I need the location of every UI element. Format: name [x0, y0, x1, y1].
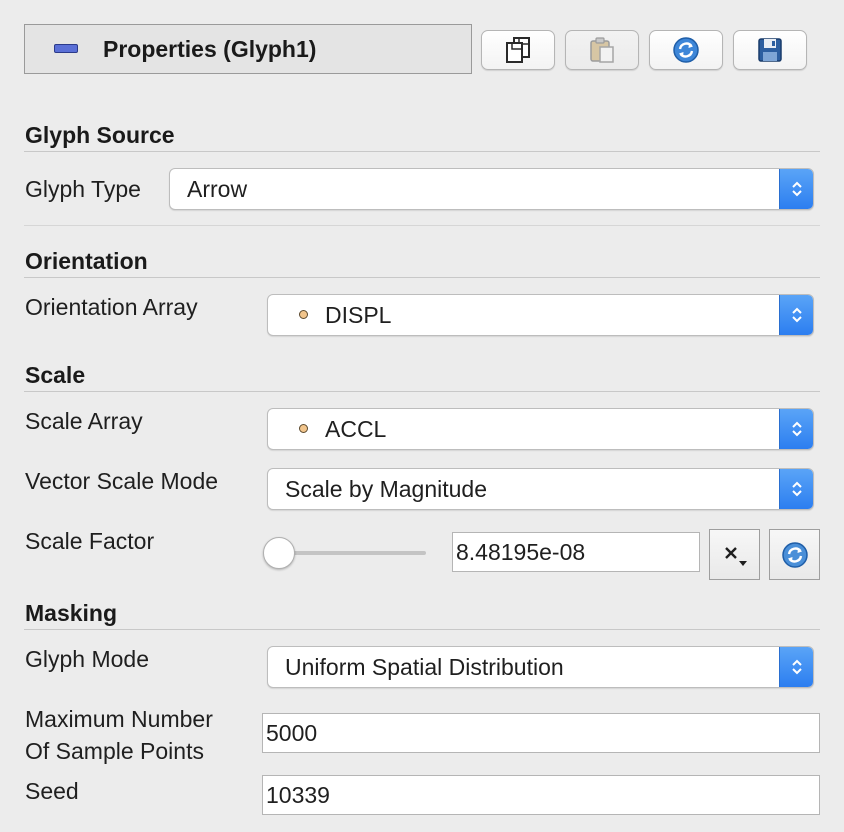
- glyph-mode-combo[interactable]: Uniform Spatial Distribution: [267, 646, 814, 688]
- orientation-array-value: DISPL: [325, 302, 392, 328]
- seed-label: Seed: [25, 778, 79, 804]
- glyph-type-label: Glyph Type: [25, 176, 141, 202]
- orientation-array-label: Orientation Array: [25, 294, 198, 320]
- scale-array-combo[interactable]: ACCL: [267, 408, 814, 450]
- point-data-icon: [299, 310, 308, 319]
- scale-array-value: ACCL: [325, 416, 387, 442]
- combo-stepper-icon: [779, 295, 813, 335]
- copy-button[interactable]: [481, 30, 555, 70]
- glyph-type-combo[interactable]: Arrow: [169, 168, 814, 210]
- paste-icon: [590, 37, 614, 63]
- orientation-array-combo[interactable]: DISPL: [267, 294, 814, 336]
- vector-scale-mode-label: Vector Scale Mode: [25, 468, 219, 494]
- multiply-dropdown-icon: [724, 546, 747, 566]
- section-title-scale: Scale: [25, 362, 86, 388]
- combo-stepper-icon: [779, 409, 813, 449]
- scale-array-label: Scale Array: [25, 408, 143, 434]
- max-sample-points-label-line2: Of Sample Points: [25, 738, 204, 764]
- max-sample-points-input[interactable]: 5000: [262, 713, 820, 753]
- glyph-mode-label: Glyph Mode: [25, 646, 150, 672]
- scale-factor-input[interactable]: 8.48195e-08: [452, 532, 700, 572]
- glyph-type-value: Arrow: [187, 176, 248, 202]
- combo-stepper-icon: [779, 469, 813, 509]
- vector-scale-mode-value: Scale by Magnitude: [285, 476, 488, 502]
- save-icon: [758, 38, 782, 62]
- reload-icon: [673, 37, 699, 63]
- reload-button[interactable]: [649, 30, 723, 70]
- copy-icon: [506, 37, 530, 63]
- group-divider: [24, 225, 820, 226]
- paste-button[interactable]: [565, 30, 639, 70]
- panel-title: Properties (Glyph1): [103, 36, 317, 62]
- max-sample-points-label-line1: Maximum Number: [25, 706, 213, 732]
- save-button[interactable]: [733, 30, 807, 70]
- scale-factor-slider-handle[interactable]: [263, 537, 295, 569]
- section-divider: [24, 629, 820, 630]
- scale-factor-multiply-button[interactable]: [709, 529, 760, 580]
- vector-scale-mode-combo[interactable]: Scale by Magnitude: [267, 468, 814, 510]
- glyph-mode-value: Uniform Spatial Distribution: [285, 654, 564, 680]
- scale-factor-label: Scale Factor: [25, 528, 155, 554]
- section-title-glyph-source: Glyph Source: [25, 122, 175, 148]
- panel-dash-icon: [54, 44, 78, 53]
- section-divider: [24, 277, 820, 278]
- seed-input[interactable]: 10339: [262, 775, 820, 815]
- reset-icon: [781, 541, 808, 568]
- section-divider: [24, 151, 820, 152]
- combo-stepper-icon: [779, 647, 813, 687]
- section-divider: [24, 391, 820, 392]
- point-data-icon: [299, 424, 308, 433]
- section-title-orientation: Orientation: [25, 248, 148, 274]
- section-title-masking: Masking: [25, 600, 118, 626]
- combo-stepper-icon: [779, 169, 813, 209]
- scale-factor-reset-button[interactable]: [769, 529, 820, 580]
